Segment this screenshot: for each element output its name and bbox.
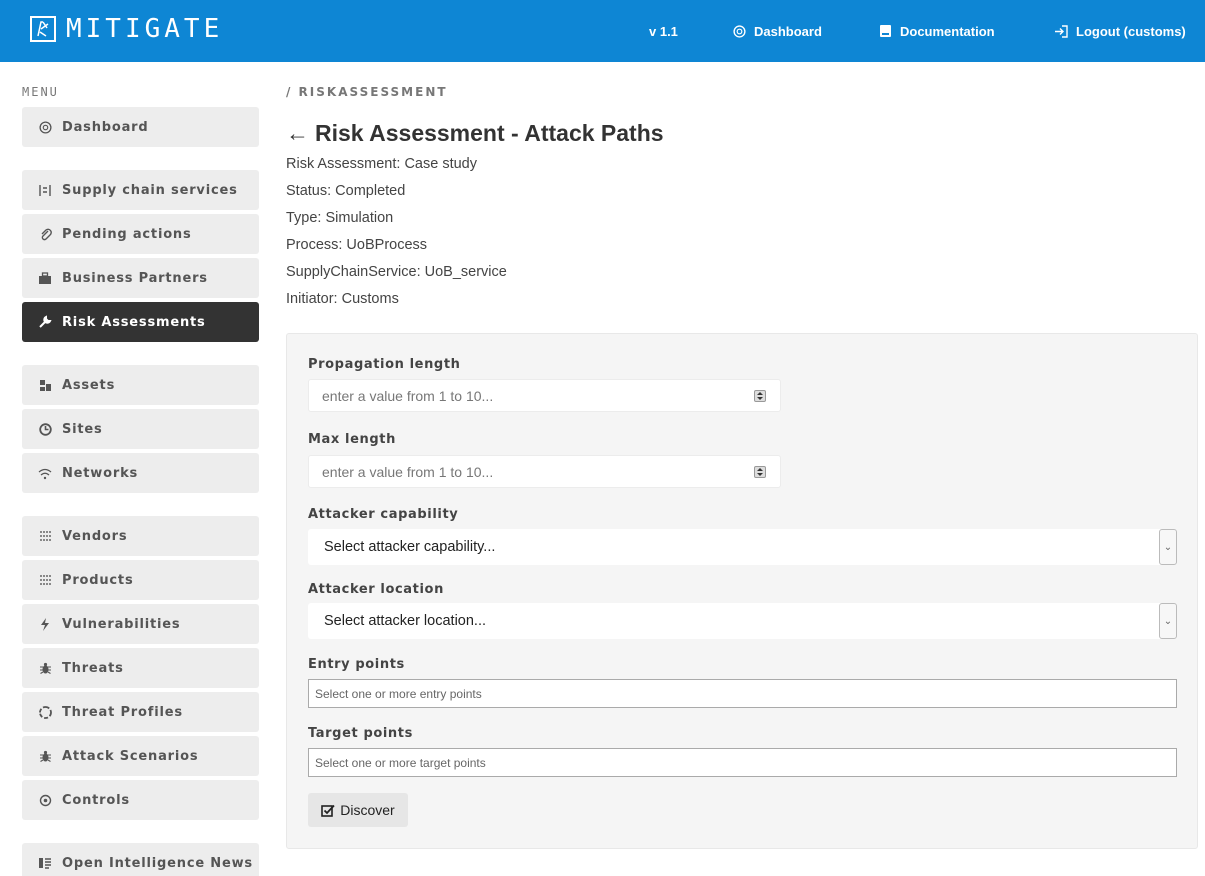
nav-documentation-link[interactable]: Documentation xyxy=(879,0,995,62)
attacker-capability-value: Select attacker capability... xyxy=(324,539,496,555)
bug-icon xyxy=(36,662,54,675)
mitigate-logo-icon xyxy=(30,16,56,42)
briefcase-icon xyxy=(36,271,54,285)
breadcrumb: / RISKASSESSMENT xyxy=(286,85,448,99)
grid-icon xyxy=(36,530,54,542)
sidebar-item-label: Threats xyxy=(62,660,124,676)
propagation-length-input[interactable]: enter a value from 1 to 10... xyxy=(308,379,781,412)
sidebar-item-label: Vendors xyxy=(62,528,128,544)
sidebar-item-label: Open Intelligence News xyxy=(62,855,253,871)
sidebar-item-label: Products xyxy=(62,572,134,588)
nav-dashboard-link[interactable]: Dashboard xyxy=(733,0,822,62)
sidebar-item-pending-actions[interactable]: Pending actions xyxy=(22,214,259,254)
brand[interactable]: MITIGATE xyxy=(30,11,223,47)
sidebar-item-assets[interactable]: Assets xyxy=(22,365,259,405)
book-icon xyxy=(879,24,892,38)
back-arrow-link[interactable]: ← xyxy=(286,120,309,146)
sidebar-item-label: Sites xyxy=(62,421,103,437)
eye-icon xyxy=(36,794,54,807)
sidebar-item-business-partners[interactable]: Business Partners xyxy=(22,258,259,298)
sidebar-item-supply-chain-services[interactable]: Supply chain services xyxy=(22,170,259,210)
dashboard-icon xyxy=(733,24,746,38)
logout-icon xyxy=(1054,24,1068,38)
news-icon xyxy=(36,857,54,869)
number-spinner-icon[interactable] xyxy=(754,390,766,402)
sidebar-item-label: Dashboard xyxy=(62,119,149,135)
attacker-location-select[interactable]: Select attacker location... ⌄ xyxy=(308,603,1177,639)
max-length-placeholder: enter a value from 1 to 10... xyxy=(322,463,494,480)
sidebar-item-networks[interactable]: Networks xyxy=(22,453,259,493)
meta-status: Status: Completed xyxy=(286,183,406,199)
sidebar-item-label: Pending actions xyxy=(62,226,192,242)
sidebar-item-vulnerabilities[interactable]: Vulnerabilities xyxy=(22,604,259,644)
chevron-down-icon[interactable]: ⌄ xyxy=(1159,603,1177,639)
assets-icon xyxy=(36,379,54,392)
propagation-length-label: Propagation length xyxy=(308,357,461,372)
nav-logout-label: Logout (customs) xyxy=(1076,23,1186,39)
sidebar-item-controls[interactable]: Controls xyxy=(22,780,259,820)
page-title-text: Risk Assessment - Attack Paths xyxy=(315,120,664,146)
wifi-icon xyxy=(36,467,54,480)
paperclip-icon xyxy=(36,227,54,241)
sidebar-item-label: Attack Scenarios xyxy=(62,748,199,764)
sidebar-item-label: Supply chain services xyxy=(62,182,238,198)
target-points-label: Target points xyxy=(308,726,413,741)
attacker-location-value: Select attacker location... xyxy=(324,613,486,629)
dashboard-icon xyxy=(36,120,54,134)
attacker-capability-label: Attacker capability xyxy=(308,507,459,522)
chevron-down-icon[interactable]: ⌄ xyxy=(1159,529,1177,565)
sidebar-item-label: Networks xyxy=(62,465,139,481)
meta-supply-chain-service: SupplyChainService: UoB_service xyxy=(286,264,507,280)
bolt-icon xyxy=(36,617,54,631)
sidebar-item-label: Controls xyxy=(62,792,130,808)
sidebar-item-label: Vulnerabilities xyxy=(62,616,181,632)
supply-chain-icon xyxy=(36,184,54,197)
sidebar-item-dashboard[interactable]: Dashboard xyxy=(22,107,259,147)
meta-initiator: Initiator: Customs xyxy=(286,291,399,307)
app-name: MITIGATE xyxy=(66,14,224,44)
entry-points-label: Entry points xyxy=(308,657,405,672)
sites-icon xyxy=(36,422,54,436)
sidebar-item-risk-assessments[interactable]: Risk Assessments xyxy=(22,302,259,342)
sidebar-item-attack-scenarios[interactable]: Attack Scenarios xyxy=(22,736,259,776)
bug-icon xyxy=(36,750,54,763)
attacker-capability-select[interactable]: Select attacker capability... ⌄ xyxy=(308,529,1177,565)
sidebar-item-label: Business Partners xyxy=(62,270,208,286)
version-label: v 1.1 xyxy=(649,23,678,39)
top-navbar: MITIGATE v 1.1 Dashboard Documentation L… xyxy=(0,0,1205,62)
wrench-icon xyxy=(36,315,54,329)
sidebar-item-label: Threat Profiles xyxy=(62,704,183,720)
page-title: ← Risk Assessment - Attack Paths xyxy=(286,120,664,147)
sidebar-item-products[interactable]: Products xyxy=(22,560,259,600)
nav-logout-link[interactable]: Logout (customs) xyxy=(1054,0,1186,62)
recycle-icon xyxy=(36,705,54,719)
sidebar-item-threat-profiles[interactable]: Threat Profiles xyxy=(22,692,259,732)
propagation-length-placeholder: enter a value from 1 to 10... xyxy=(322,387,494,404)
discover-button[interactable]: Discover xyxy=(308,793,408,827)
nav-documentation-label: Documentation xyxy=(900,23,995,39)
check-square-icon xyxy=(321,804,335,817)
sidebar-item-label: Assets xyxy=(62,377,116,393)
meta-process: Process: UoBProcess xyxy=(286,237,428,253)
max-length-input[interactable]: enter a value from 1 to 10... xyxy=(308,455,781,488)
meta-type: Type: Simulation xyxy=(286,210,394,226)
sidebar-item-open-intelligence-news[interactable]: Open Intelligence News xyxy=(22,843,259,876)
sidebar-item-sites[interactable]: Sites xyxy=(22,409,259,449)
menu-title: MENU xyxy=(22,85,59,99)
sidebar-item-vendors[interactable]: Vendors xyxy=(22,516,259,556)
nav-dashboard-label: Dashboard xyxy=(754,23,822,39)
entry-points-input[interactable]: Select one or more entry points xyxy=(308,679,1177,708)
discover-label: Discover xyxy=(340,802,395,818)
attacker-location-label: Attacker location xyxy=(308,582,444,597)
meta-risk-assessment: Risk Assessment: Case study xyxy=(286,156,477,172)
number-spinner-icon[interactable] xyxy=(754,466,766,478)
sidebar-item-threats[interactable]: Threats xyxy=(22,648,259,688)
target-points-input[interactable]: Select one or more target points xyxy=(308,748,1177,777)
max-length-label: Max length xyxy=(308,432,396,447)
grid-icon xyxy=(36,574,54,586)
sidebar-item-label: Risk Assessments xyxy=(62,314,206,330)
